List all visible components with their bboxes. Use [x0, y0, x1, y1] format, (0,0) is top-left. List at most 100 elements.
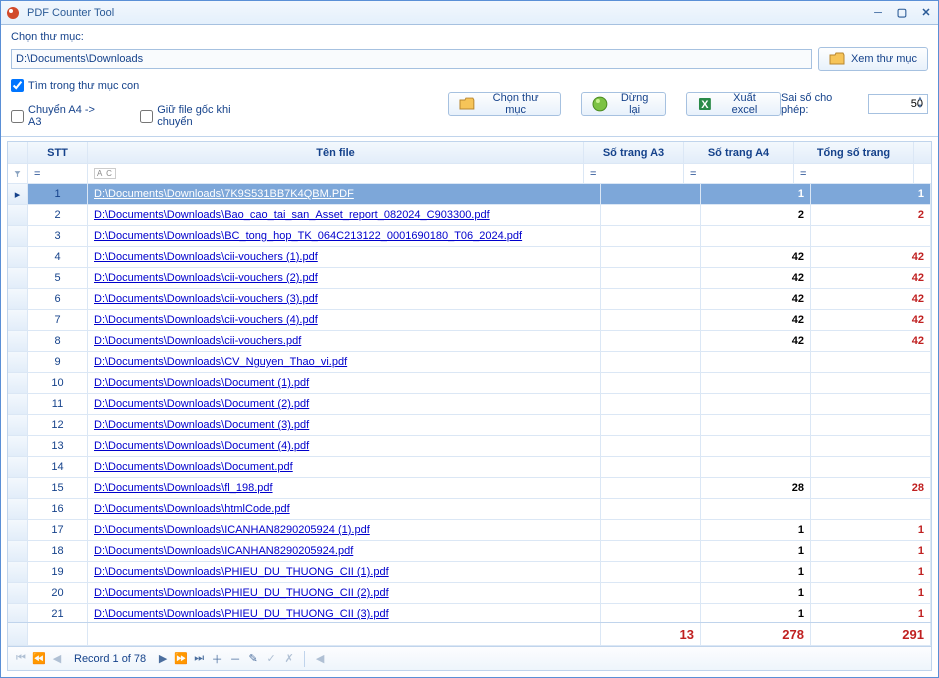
- maximize-button[interactable]: ▢: [894, 5, 910, 21]
- filter-a3[interactable]: =: [584, 164, 684, 183]
- cell-total: 1: [811, 184, 931, 204]
- table-row[interactable]: 19D:\Documents\Downloads\PHIEU_DU_THUONG…: [8, 562, 931, 583]
- cell-total: 1: [811, 583, 931, 603]
- convert-a4-a3-checkbox[interactable]: Chuyển A4 -> A3: [11, 104, 110, 128]
- filter-total[interactable]: =: [794, 164, 914, 183]
- nav-add-button[interactable]: ＋: [210, 652, 224, 666]
- table-row[interactable]: 6D:\Documents\Downloads\cii-vouchers (3)…: [8, 289, 931, 310]
- file-link[interactable]: D:\Documents\Downloads\CV_Nguyen_Thao_vi…: [94, 356, 347, 368]
- cell-a4: [701, 226, 811, 246]
- file-link[interactable]: D:\Documents\Downloads\cii-vouchers (4).…: [94, 314, 318, 326]
- spin-up-icon[interactable]: ▲: [913, 95, 927, 103]
- spinner-buttons[interactable]: ▲ ▼: [913, 95, 927, 111]
- stop-button[interactable]: Dừng lại: [581, 92, 666, 116]
- nav-cancel-button[interactable]: ✗: [282, 652, 296, 666]
- nav-edit-button[interactable]: ✎: [246, 652, 260, 666]
- filter-abc-icon: A C: [94, 168, 116, 179]
- directory-input[interactable]: [11, 49, 812, 69]
- table-row[interactable]: 16D:\Documents\Downloads\htmlCode.pdf: [8, 499, 931, 520]
- nav-first-button[interactable]: ⏮: [14, 652, 28, 666]
- file-link[interactable]: D:\Documents\Downloads\cii-vouchers (3).…: [94, 293, 318, 305]
- table-row[interactable]: 4D:\Documents\Downloads\cii-vouchers (1)…: [8, 247, 931, 268]
- file-link[interactable]: D:\Documents\Downloads\cii-vouchers.pdf: [94, 335, 301, 347]
- cell-a3: [601, 436, 701, 456]
- file-link[interactable]: D:\Documents\Downloads\Document (2).pdf: [94, 398, 309, 410]
- table-row[interactable]: 9D:\Documents\Downloads\CV_Nguyen_Thao_v…: [8, 352, 931, 373]
- table-row[interactable]: 5 D:\Documents\Downloads\cii-vouchers (2)…: [8, 268, 931, 289]
- cell-stt: 5: [28, 268, 88, 288]
- file-link[interactable]: D:\Documents\Downloads\fl_198.pdf: [94, 482, 273, 494]
- table-row[interactable]: 21D:\Documents\Downloads\PHIEU_DU_THUONG…: [8, 604, 931, 622]
- file-link[interactable]: D:\Documents\Downloads\cii-vouchers (2).…: [94, 272, 318, 284]
- table-row[interactable]: 11D:\Documents\Downloads\Document (2).pd…: [8, 394, 931, 415]
- filter-stt[interactable]: =: [28, 164, 88, 183]
- file-link[interactable]: D:\Documents\Downloads\PHIEU_DU_THUONG_C…: [94, 608, 389, 620]
- table-row[interactable]: 15D:\Documents\Downloads\fl_198.pdf2828: [8, 478, 931, 499]
- col-a4-header[interactable]: Số trang A4: [684, 142, 794, 163]
- minimize-button[interactable]: ─: [870, 5, 886, 21]
- cell-a3: [601, 184, 701, 204]
- file-link[interactable]: D:\Documents\Downloads\Bao_cao_tai_san_A…: [94, 209, 490, 221]
- spin-down-icon[interactable]: ▼: [913, 103, 927, 111]
- cell-stt: 1: [28, 184, 88, 204]
- filter-a4[interactable]: =: [684, 164, 794, 183]
- cell-a3: [601, 268, 701, 288]
- table-row[interactable]: 14D:\Documents\Downloads\Document.pdf: [8, 457, 931, 478]
- table-row[interactable]: 2D:\Documents\Downloads\Bao_cao_tai_san_…: [8, 205, 931, 226]
- file-link[interactable]: D:\Documents\Downloads\ICANHAN8290205924…: [94, 524, 370, 536]
- cell-total: 42: [811, 247, 931, 267]
- nav-next-page-button[interactable]: ⏩: [174, 652, 188, 666]
- file-link[interactable]: D:\Documents\Downloads\PHIEU_DU_THUONG_C…: [94, 566, 389, 578]
- file-link[interactable]: D:\Documents\Downloads\Document (4).pdf: [94, 440, 309, 452]
- cell-a4: [701, 457, 811, 477]
- table-row[interactable]: 18D:\Documents\Downloads\ICANHAN82902059…: [8, 541, 931, 562]
- keep-original-checkbox[interactable]: Giữ file gốc khi chuyển: [140, 104, 268, 128]
- view-directory-button[interactable]: Xem thư mục: [818, 47, 928, 71]
- row-indicator: [8, 541, 28, 561]
- table-row[interactable]: ▸1D:\Documents\Downloads\7K9S531BB7K4QBM…: [8, 184, 931, 205]
- file-link[interactable]: D:\Documents\Downloads\Document (1).pdf: [94, 377, 309, 389]
- file-link[interactable]: D:\Documents\Downloads\Document (3).pdf: [94, 419, 309, 431]
- cell-total: [811, 394, 931, 414]
- nav-prev-page-button[interactable]: ⏪: [32, 652, 46, 666]
- filter-indicator[interactable]: [8, 164, 28, 183]
- file-link[interactable]: D:\Documents\Downloads\cii-vouchers (1).…: [94, 251, 318, 263]
- grid: STT Tên file Số trang A3 Số trang A4 Tổn…: [7, 141, 932, 647]
- nav-left-button[interactable]: ◀: [313, 652, 327, 666]
- file-link[interactable]: D:\Documents\Downloads\BC_tong_hop_TK_06…: [94, 230, 522, 242]
- nav-prev-button[interactable]: ◀: [50, 652, 64, 666]
- grid-body[interactable]: ▸1D:\Documents\Downloads\7K9S531BB7K4QBM…: [8, 184, 931, 622]
- nav-last-button[interactable]: ⏭: [192, 652, 206, 666]
- export-excel-button[interactable]: X Xuất excel: [686, 92, 781, 116]
- col-a3-header[interactable]: Số trang A3: [584, 142, 684, 163]
- app-window: PDF Counter Tool ─ ▢ ✕ Chọn thư mục: Xem…: [0, 0, 939, 678]
- table-row[interactable]: 12D:\Documents\Downloads\Document (3).pd…: [8, 415, 931, 436]
- table-row[interactable]: 10D:\Documents\Downloads\Document (1).pd…: [8, 373, 931, 394]
- file-link[interactable]: D:\Documents\Downloads\7K9S531BB7K4QBM.P…: [94, 188, 354, 200]
- file-link[interactable]: D:\Documents\Downloads\Document.pdf: [94, 461, 293, 473]
- col-stt-header[interactable]: STT: [28, 142, 88, 163]
- cell-total: [811, 436, 931, 456]
- file-link[interactable]: D:\Documents\Downloads\PHIEU_DU_THUONG_C…: [94, 587, 389, 599]
- table-row[interactable]: 3D:\Documents\Downloads\BC_tong_hop_TK_0…: [8, 226, 931, 247]
- table-row[interactable]: 13D:\Documents\Downloads\Document (4).pd…: [8, 436, 931, 457]
- cell-a4: 42: [701, 331, 811, 351]
- cell-a3: [601, 562, 701, 582]
- filter-file[interactable]: A C: [88, 164, 584, 183]
- table-row[interactable]: 8D:\Documents\Downloads\cii-vouchers.pdf…: [8, 331, 931, 352]
- file-link[interactable]: D:\Documents\Downloads\ICANHAN8290205924…: [94, 545, 353, 557]
- cell-a3: [601, 289, 701, 309]
- file-link[interactable]: D:\Documents\Downloads\htmlCode.pdf: [94, 503, 290, 515]
- error-margin-label: Sai số cho phép:: [781, 92, 862, 116]
- table-row[interactable]: 7D:\Documents\Downloads\cii-vouchers (4)…: [8, 310, 931, 331]
- close-button[interactable]: ✕: [918, 5, 934, 21]
- nav-next-button[interactable]: ▶: [156, 652, 170, 666]
- search-subfolders-checkbox[interactable]: Tìm trong thư mục con: [11, 79, 268, 92]
- table-row[interactable]: 17D:\Documents\Downloads\ICANHAN82902059…: [8, 520, 931, 541]
- col-file-header[interactable]: Tên file: [88, 142, 584, 163]
- nav-check-button[interactable]: ✓: [264, 652, 278, 666]
- table-row[interactable]: 20D:\Documents\Downloads\PHIEU_DU_THUONG…: [8, 583, 931, 604]
- col-total-header[interactable]: Tổng số trang: [794, 142, 914, 163]
- nav-delete-button[interactable]: －: [228, 652, 242, 666]
- choose-directory-button[interactable]: Chọn thư mục: [448, 92, 561, 116]
